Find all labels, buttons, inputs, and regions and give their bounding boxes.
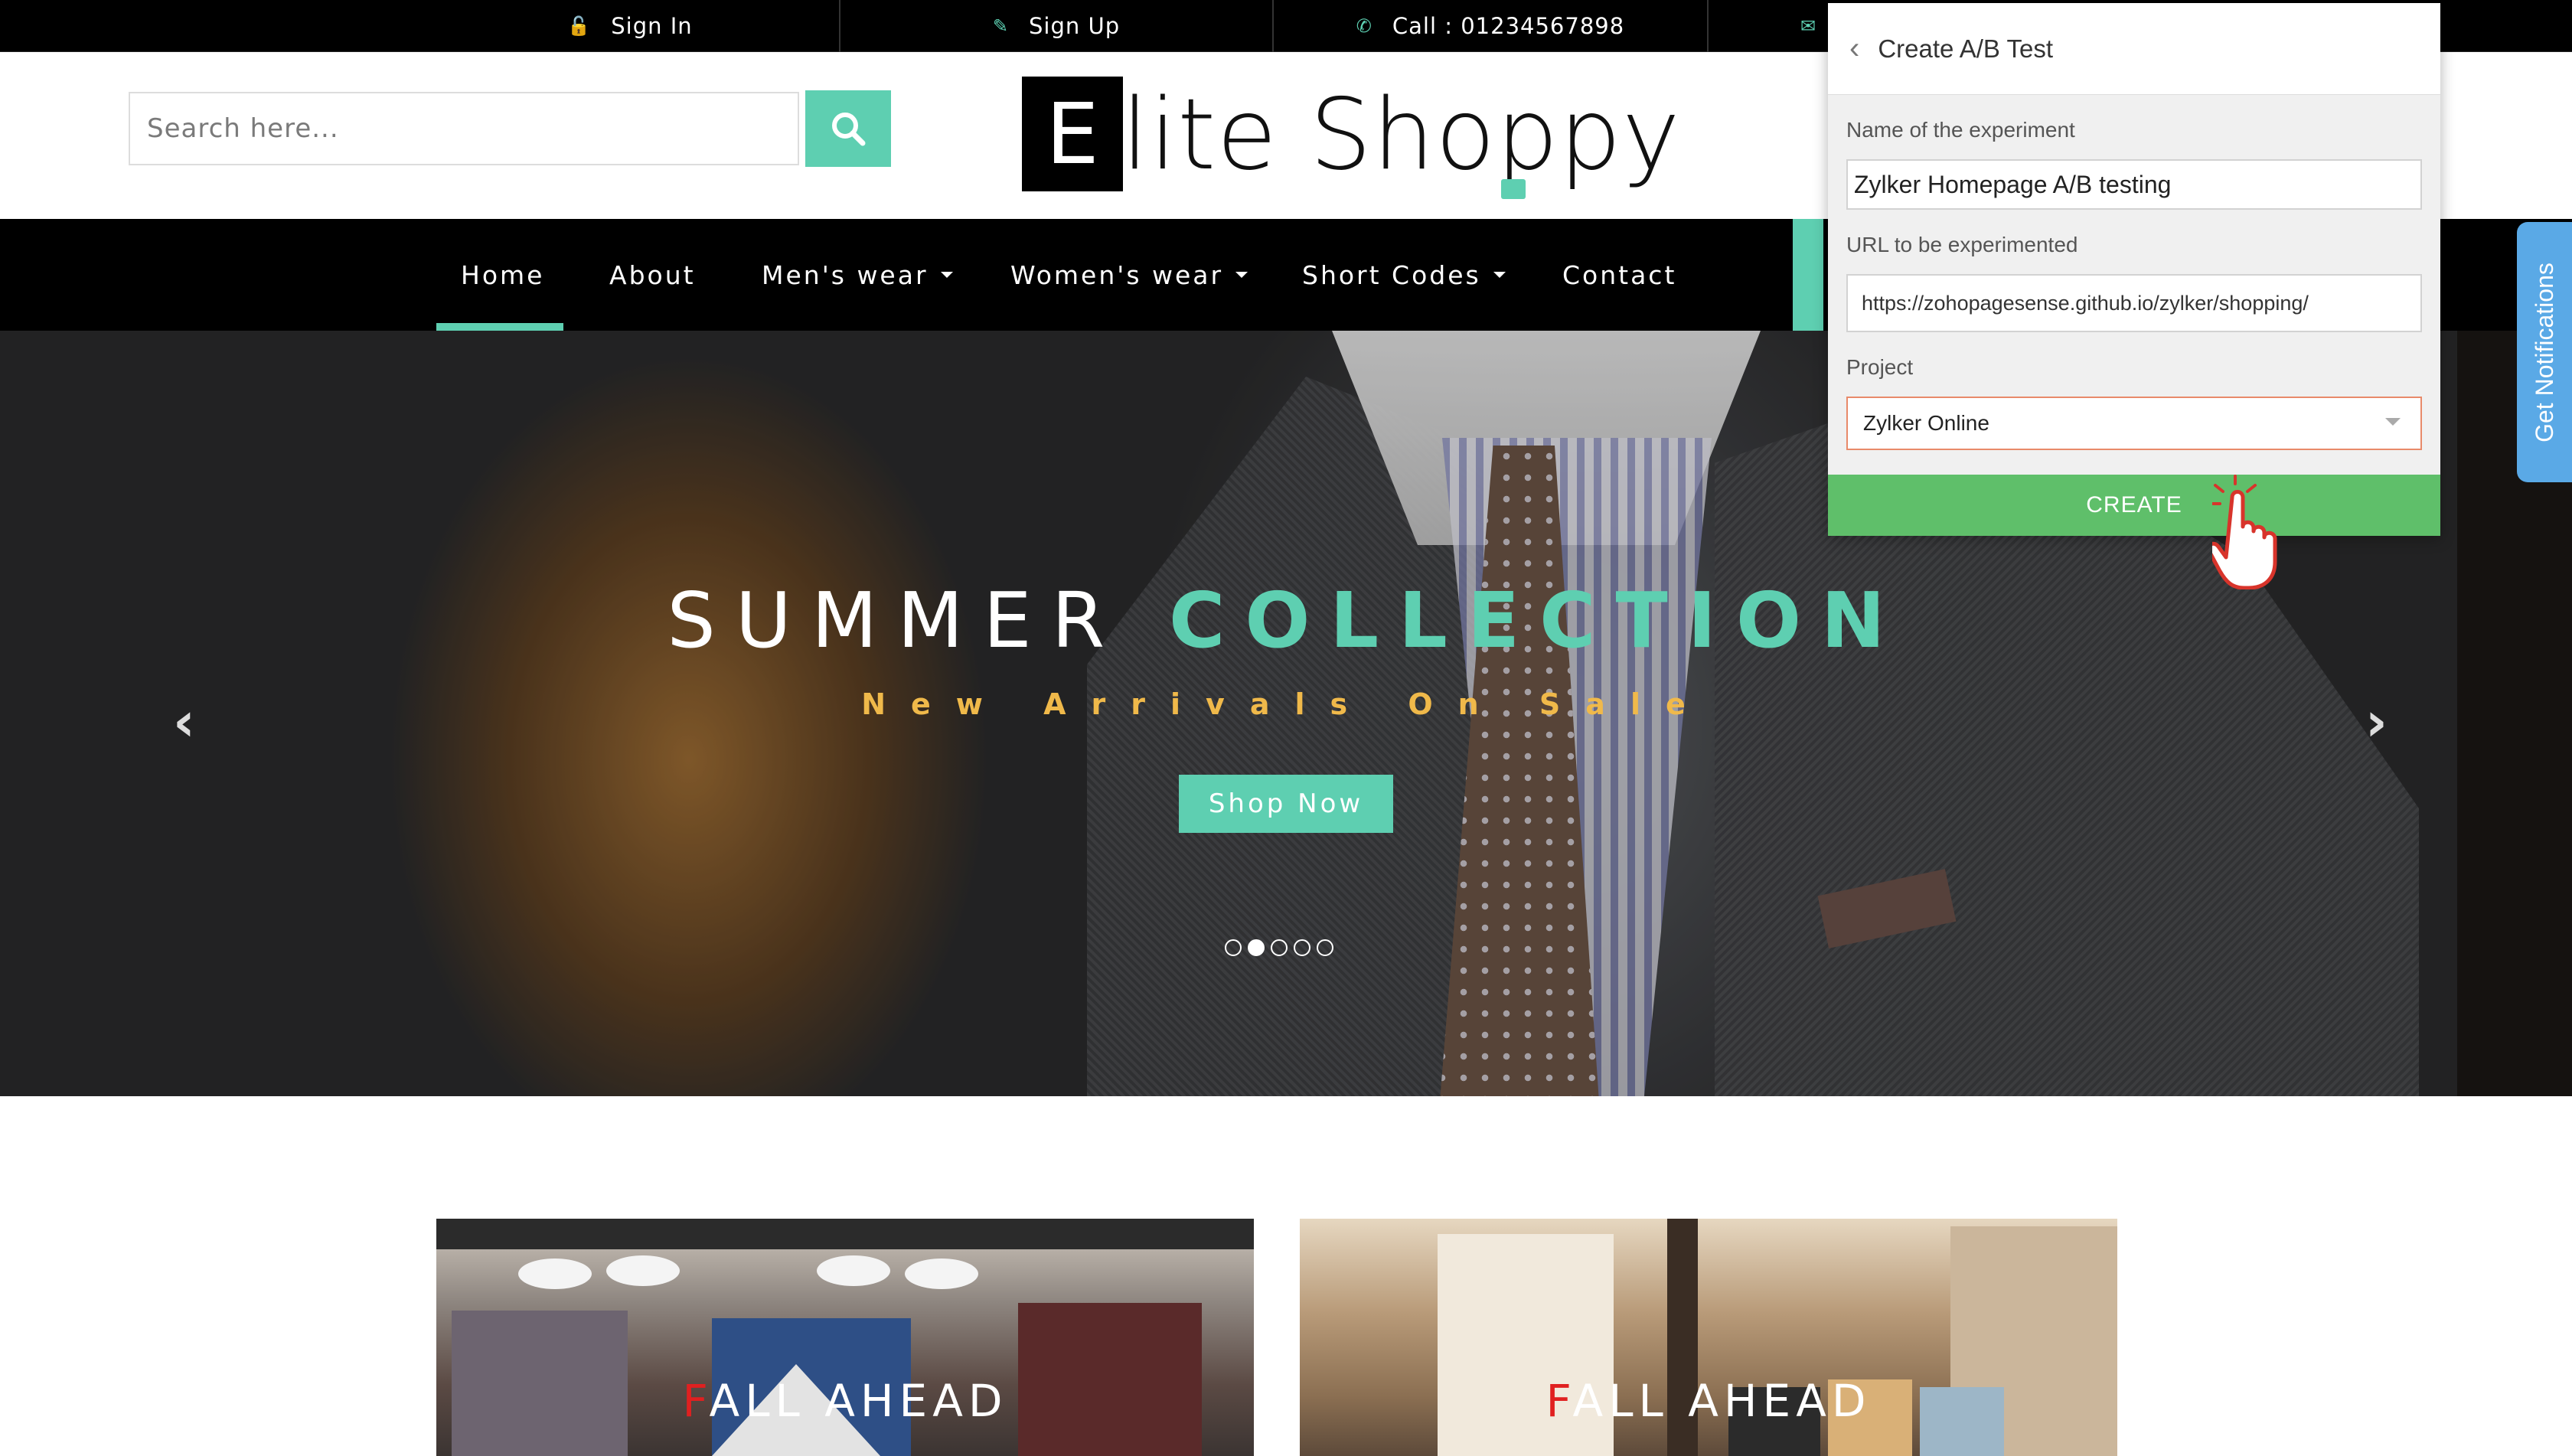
search-icon bbox=[832, 113, 866, 146]
nav-cart-edge bbox=[1793, 219, 1823, 331]
promo-caption: FALL AHEAD bbox=[436, 1375, 1254, 1427]
hero-subtitle: New Arrivals On Sale bbox=[861, 687, 1711, 721]
project-select[interactable]: Zylker Online bbox=[1846, 397, 2422, 450]
promo-card[interactable]: FALL AHEAD bbox=[436, 1219, 1254, 1456]
experiment-name-label: Name of the experiment bbox=[1846, 118, 2075, 142]
caret-down-icon bbox=[940, 272, 953, 278]
nav-womens-wear[interactable]: Women's wear bbox=[1010, 219, 1248, 331]
experiment-url-label: URL to be experimented bbox=[1846, 233, 2078, 256]
nav-short-codes-label: Short Codes bbox=[1302, 260, 1481, 290]
caret-down-icon bbox=[1235, 272, 1248, 278]
hand-pointer-icon bbox=[2212, 475, 2277, 589]
carousel-dot[interactable] bbox=[1225, 939, 1242, 956]
experiment-name-value: Zylker Homepage A/B testing bbox=[1854, 170, 2172, 198]
shop-now-button[interactable]: Shop Now bbox=[1179, 775, 1393, 833]
nav-mens-wear[interactable]: Men's wear bbox=[762, 219, 953, 331]
experiment-url-field[interactable]: https://zohopagesense.github.io/zylker/s… bbox=[1846, 274, 2422, 332]
search-input[interactable]: Search here... bbox=[129, 92, 799, 165]
carousel-dot[interactable] bbox=[1294, 939, 1310, 956]
promo-card[interactable]: FALL AHEAD bbox=[1300, 1219, 2117, 1456]
experiment-url-value: https://zohopagesense.github.io/zylker/s… bbox=[1862, 291, 2309, 315]
promo-caption-first: F bbox=[1545, 1375, 1573, 1427]
carousel-indicators bbox=[1225, 939, 1333, 956]
sign-in-link[interactable]: 🔓 Sign In bbox=[421, 0, 840, 52]
call-label: Call : 01234567898 bbox=[1392, 13, 1625, 39]
carousel-dot[interactable] bbox=[1271, 939, 1288, 956]
logo-letter: E bbox=[1022, 77, 1123, 191]
nav-contact-label: Contact bbox=[1562, 260, 1677, 290]
panel-title: Create A/B Test bbox=[1878, 34, 2054, 63]
sign-up-link[interactable]: ✎ Sign Up bbox=[840, 0, 1274, 52]
hero-title-light: SUMMER bbox=[667, 576, 1125, 665]
promo-caption: FALL AHEAD bbox=[1300, 1375, 2117, 1427]
shopping-bag-icon bbox=[1501, 179, 1526, 199]
nav-short-codes[interactable]: Short Codes bbox=[1302, 219, 1506, 331]
create-button[interactable]: CREATE bbox=[1828, 475, 2440, 536]
promo-caption-rest: ALL AHEAD bbox=[1572, 1375, 1872, 1427]
experiment-name-field[interactable]: Zylker Homepage A/B testing bbox=[1846, 159, 2422, 210]
phone-icon: ✆ bbox=[1356, 15, 1372, 37]
envelope-icon: ✉ bbox=[1800, 15, 1817, 37]
email-link[interactable]: ✉ bbox=[1709, 0, 1831, 52]
carousel-prev-icon[interactable]: ‹ bbox=[173, 690, 195, 753]
active-nav-indicator bbox=[436, 323, 563, 331]
carousel-dot[interactable] bbox=[1317, 939, 1333, 956]
hero-title-bold: COLLECTION bbox=[1169, 576, 1905, 665]
dropdown-arrow-icon bbox=[2385, 418, 2401, 426]
ab-test-panel: ‹ Create A/B Test Name of the experiment… bbox=[1828, 3, 2440, 536]
nav-about-label: About bbox=[609, 260, 696, 290]
caret-down-icon bbox=[1493, 272, 1506, 278]
lock-icon: 🔓 bbox=[567, 15, 592, 37]
edit-icon: ✎ bbox=[992, 15, 1009, 37]
promo-caption-rest: ALL AHEAD bbox=[709, 1375, 1008, 1427]
promo-caption-first: F bbox=[682, 1375, 710, 1427]
back-chevron-icon[interactable]: ‹ bbox=[1849, 31, 1859, 66]
panel-header: ‹ Create A/B Test bbox=[1828, 3, 2440, 95]
nav-home-label: Home bbox=[461, 260, 545, 290]
nav-womens-wear-label: Women's wear bbox=[1010, 260, 1224, 290]
project-value: Zylker Online bbox=[1863, 411, 1989, 435]
sign-up-label: Sign Up bbox=[1029, 13, 1121, 39]
logo-text: lite Shoppy bbox=[1121, 78, 1681, 192]
hero-title: SUMMER COLLECTION bbox=[0, 576, 2572, 665]
nav-mens-wear-label: Men's wear bbox=[762, 260, 929, 290]
nav-about[interactable]: About bbox=[609, 219, 696, 331]
nav-contact[interactable]: Contact bbox=[1562, 219, 1676, 331]
sign-in-label: Sign In bbox=[611, 13, 693, 39]
search-placeholder: Search here... bbox=[147, 113, 339, 144]
call-info: ✆ Call : 01234567898 bbox=[1274, 0, 1709, 52]
get-notifications-tab[interactable]: Get Notifications bbox=[2517, 222, 2572, 482]
carousel-dot-active[interactable] bbox=[1248, 939, 1265, 956]
get-notifications-label: Get Notifications bbox=[2530, 262, 2558, 442]
project-label: Project bbox=[1846, 355, 1914, 379]
nav-home[interactable]: Home bbox=[461, 219, 544, 331]
search-button[interactable] bbox=[805, 90, 891, 167]
carousel-next-icon[interactable]: › bbox=[2365, 690, 2388, 753]
